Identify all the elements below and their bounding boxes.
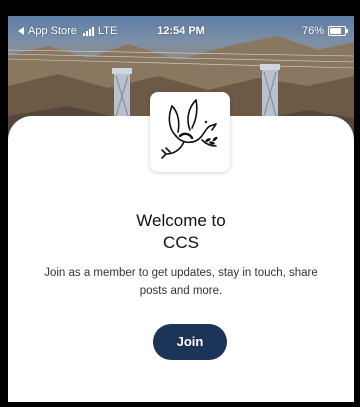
welcome-subtitle: Join as a member to get updates, stay in… bbox=[44, 267, 318, 297]
join-button[interactable]: Join bbox=[153, 324, 227, 360]
app-logo bbox=[150, 92, 230, 172]
dove-icon bbox=[161, 99, 218, 159]
organization-name: CCS bbox=[163, 233, 199, 252]
battery-percent: 76% bbox=[301, 25, 324, 37]
battery-icon bbox=[328, 26, 348, 36]
welcome-title: Welcome to bbox=[136, 211, 226, 230]
status-bar: App Store LTE 12:54 PM 76% bbox=[8, 16, 354, 46]
battery-status: 76% bbox=[301, 16, 348, 46]
app-screen: App Store LTE 12:54 PM 76% Welcome to CC… bbox=[0, 0, 360, 407]
phone-frame: App Store LTE 12:54 PM 76% Welcome to CC… bbox=[8, 16, 354, 402]
